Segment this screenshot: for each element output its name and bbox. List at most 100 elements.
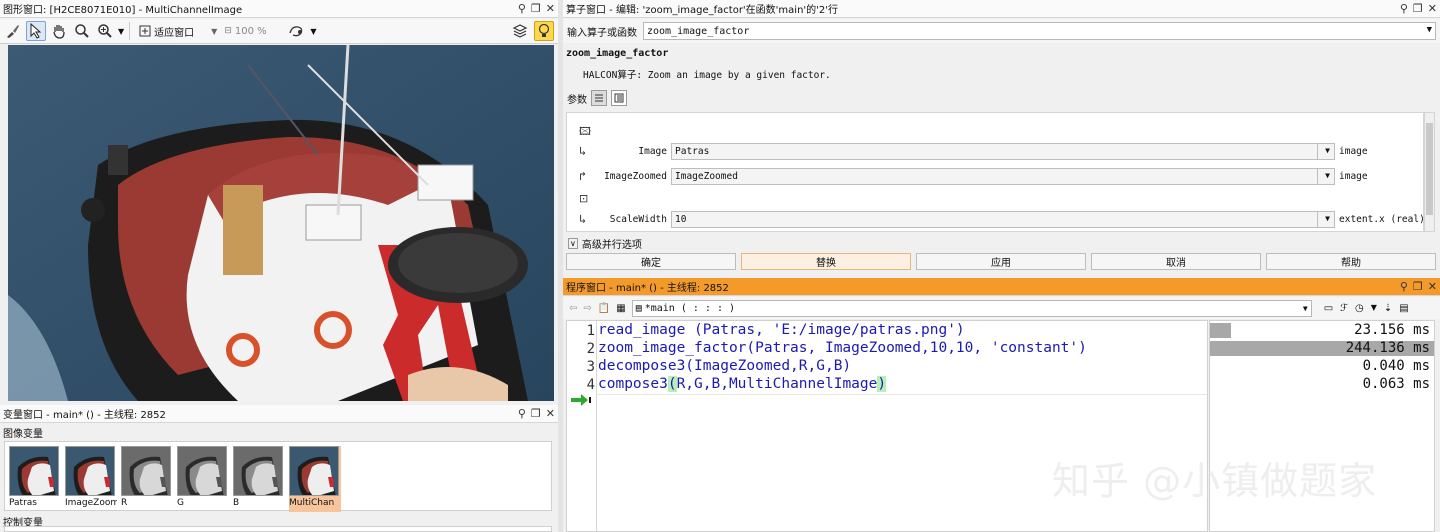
- param-value: ImageZoomed: [675, 171, 738, 182]
- lightbulb-icon[interactable]: [534, 21, 554, 41]
- forward-icon[interactable]: ⇨: [583, 303, 591, 314]
- matching-paren: (: [667, 376, 677, 392]
- zoom-in-icon[interactable]: [95, 21, 115, 41]
- runtime-bar: [1210, 323, 1232, 338]
- code-line[interactable]: read_image (Patras, 'E:/image/patras.png…: [598, 322, 965, 338]
- chevron-down-icon: ▼: [1302, 303, 1308, 313]
- chevron-down-icon[interactable]: ▼: [1371, 303, 1377, 314]
- chevron-down-icon[interactable]: ▼: [1325, 214, 1330, 223]
- magnifier-icon[interactable]: [72, 21, 92, 41]
- parallel-options-label: 高级并行选项: [581, 240, 642, 251]
- thumbnail-item[interactable]: R: [121, 446, 173, 512]
- pin-icon[interactable]: ⚲: [1400, 2, 1408, 15]
- pin-icon[interactable]: ⚲: [518, 407, 526, 420]
- clipboard-icon[interactable]: 📋: [598, 303, 610, 314]
- chevron-down-icon: ∨: [568, 238, 578, 249]
- param-value: Patras: [675, 146, 710, 157]
- toolbar-divider: [129, 22, 131, 40]
- chevron-down-icon[interactable]: ▼: [118, 27, 124, 36]
- thumbnail-label: MultiChan: [289, 498, 335, 508]
- parallel-options-toggle[interactable]: ∨ 高级并行选项: [568, 236, 642, 251]
- close-icon[interactable]: ✕: [1428, 2, 1437, 15]
- replace-button[interactable]: 替换: [741, 253, 911, 270]
- thumbnail-item[interactable]: B: [233, 446, 285, 512]
- chevron-down-icon[interactable]: ▼: [310, 27, 316, 36]
- chevron-down-icon[interactable]: ▼: [1325, 171, 1330, 180]
- operator-description: HALCON算子: Zoom an image by a given facto…: [583, 70, 831, 81]
- thumbnail-item[interactable]: ImageZoom: [65, 446, 117, 512]
- float-icon[interactable]: ❐: [1413, 2, 1423, 15]
- thumbnail-item[interactable]: G: [177, 446, 229, 512]
- chevron-down-icon[interactable]: ▼: [1325, 146, 1330, 155]
- runtime-value: 0.040 ms: [1362, 358, 1430, 374]
- pin-icon[interactable]: ⚲: [1400, 280, 1408, 293]
- ok-button[interactable]: 确定: [566, 253, 736, 270]
- timer-icon[interactable]: ◷: [1355, 303, 1364, 314]
- thumbnail-label: B: [233, 498, 240, 508]
- param-value-field[interactable]: Patras ▼: [671, 143, 1335, 160]
- operator-window-title: 算子窗口 - 编辑: 'zoom_image_factor'在函数'main'的…: [566, 5, 839, 16]
- thumbnail-item[interactable]: MultiChan: [289, 446, 341, 512]
- scrollbar-thumb[interactable]: [1426, 123, 1433, 215]
- fit-window-label: 适应窗口: [154, 27, 195, 39]
- param-type: image: [1339, 146, 1368, 157]
- apply-button[interactable]: 应用: [916, 253, 1086, 270]
- help-button[interactable]: 帮助: [1266, 253, 1436, 270]
- param-value-field[interactable]: ImageZoomed ▼: [671, 168, 1335, 185]
- list-view-icon[interactable]: [591, 90, 607, 106]
- operator-input[interactable]: zoom_image_factor ▼: [643, 22, 1436, 40]
- param-value-field[interactable]: 10 ▼: [671, 211, 1335, 228]
- cancel-button[interactable]: 取消: [1091, 253, 1261, 270]
- line-number: 4: [586, 377, 595, 393]
- graphics-window-header: 图形窗口: [H2CE8071E010] - MultiChannelImage…: [0, 0, 558, 18]
- back-icon[interactable]: ⇦: [569, 303, 577, 314]
- vertical-splitter[interactable]: [558, 0, 563, 532]
- float-icon[interactable]: ❐: [531, 407, 541, 420]
- function-icon[interactable]: ℱ: [1340, 303, 1348, 314]
- chevron-down-icon[interactable]: ▼: [1427, 25, 1432, 35]
- pin-icon[interactable]: ⚲: [518, 2, 526, 15]
- procedure-value: *main ( : : : ): [644, 302, 736, 314]
- zoom-field[interactable]: ⊟ 100 %: [224, 26, 284, 37]
- program-window-title: 程序窗口 - main* () - 主线程: 2852: [566, 283, 729, 294]
- document-icon[interactable]: ▭: [1324, 303, 1333, 314]
- parameters-label: 参数: [567, 94, 587, 106]
- fit-window-select[interactable]: 适应窗口 ▼: [135, 21, 221, 41]
- procedure-select[interactable]: ▤ *main ( : : : ) ▼: [631, 299, 1312, 317]
- code-line[interactable]: zoom_image_factor(Patras, ImageZoomed,10…: [598, 340, 1087, 356]
- runtime-value: 23.156 ms: [1354, 322, 1430, 338]
- close-icon[interactable]: ✕: [546, 2, 555, 15]
- code-line[interactable]: decompose3(ImageZoomed,R,G,B): [598, 358, 851, 374]
- line-number: 2: [586, 341, 595, 357]
- thumbnail-label: Patras: [9, 498, 37, 508]
- draw-region-icon[interactable]: [287, 21, 307, 41]
- float-icon[interactable]: ❐: [531, 2, 541, 15]
- pointer-icon[interactable]: [26, 21, 46, 41]
- thumbnail-item[interactable]: Patras: [9, 446, 61, 512]
- runtime-row: 0.063 ms: [1210, 376, 1434, 393]
- thumbnail-label: ImageZoom: [65, 498, 117, 508]
- close-icon[interactable]: ✕: [546, 407, 555, 420]
- float-icon[interactable]: ❐: [1413, 280, 1423, 293]
- print-list-icon[interactable]: ▤: [1399, 303, 1408, 314]
- variable-window-title: 变量窗口 - main* () - 主线程: 2852: [3, 410, 166, 421]
- code-line[interactable]: compose3(R,G,B,MultiChannelImage): [598, 376, 887, 392]
- param-name: ScaleWidth: [609, 214, 667, 225]
- image-canvas[interactable]: [8, 45, 554, 401]
- param-row: ↳ Image Patras ▼ image: [567, 143, 1423, 161]
- pan-hand-icon[interactable]: [49, 21, 69, 41]
- program-toolbar: ⇦ ⇨ 📋 ▦ ▤ *main ( : : : ) ▼ ▭ ℱ ◷ ▼ ⇣ ▤: [563, 297, 1440, 319]
- breakpoint-icon[interactable]: ⇣: [1384, 303, 1392, 314]
- detail-view-icon[interactable]: [611, 90, 627, 106]
- close-icon[interactable]: ✕: [1428, 280, 1437, 293]
- output-arrow-icon: ↱: [579, 169, 587, 183]
- line-number: 3: [586, 359, 595, 375]
- param-name: Image: [638, 146, 667, 157]
- grid-icon[interactable]: ▦: [616, 303, 625, 314]
- clear-brush-icon[interactable]: [3, 21, 23, 41]
- thumbnail-image: [65, 446, 115, 496]
- runtime-row: 0.040 ms: [1210, 358, 1434, 375]
- layers-icon[interactable]: [510, 21, 530, 41]
- zoom-icon: ⊟: [224, 26, 232, 36]
- parameters-scrollbar[interactable]: [1424, 112, 1435, 232]
